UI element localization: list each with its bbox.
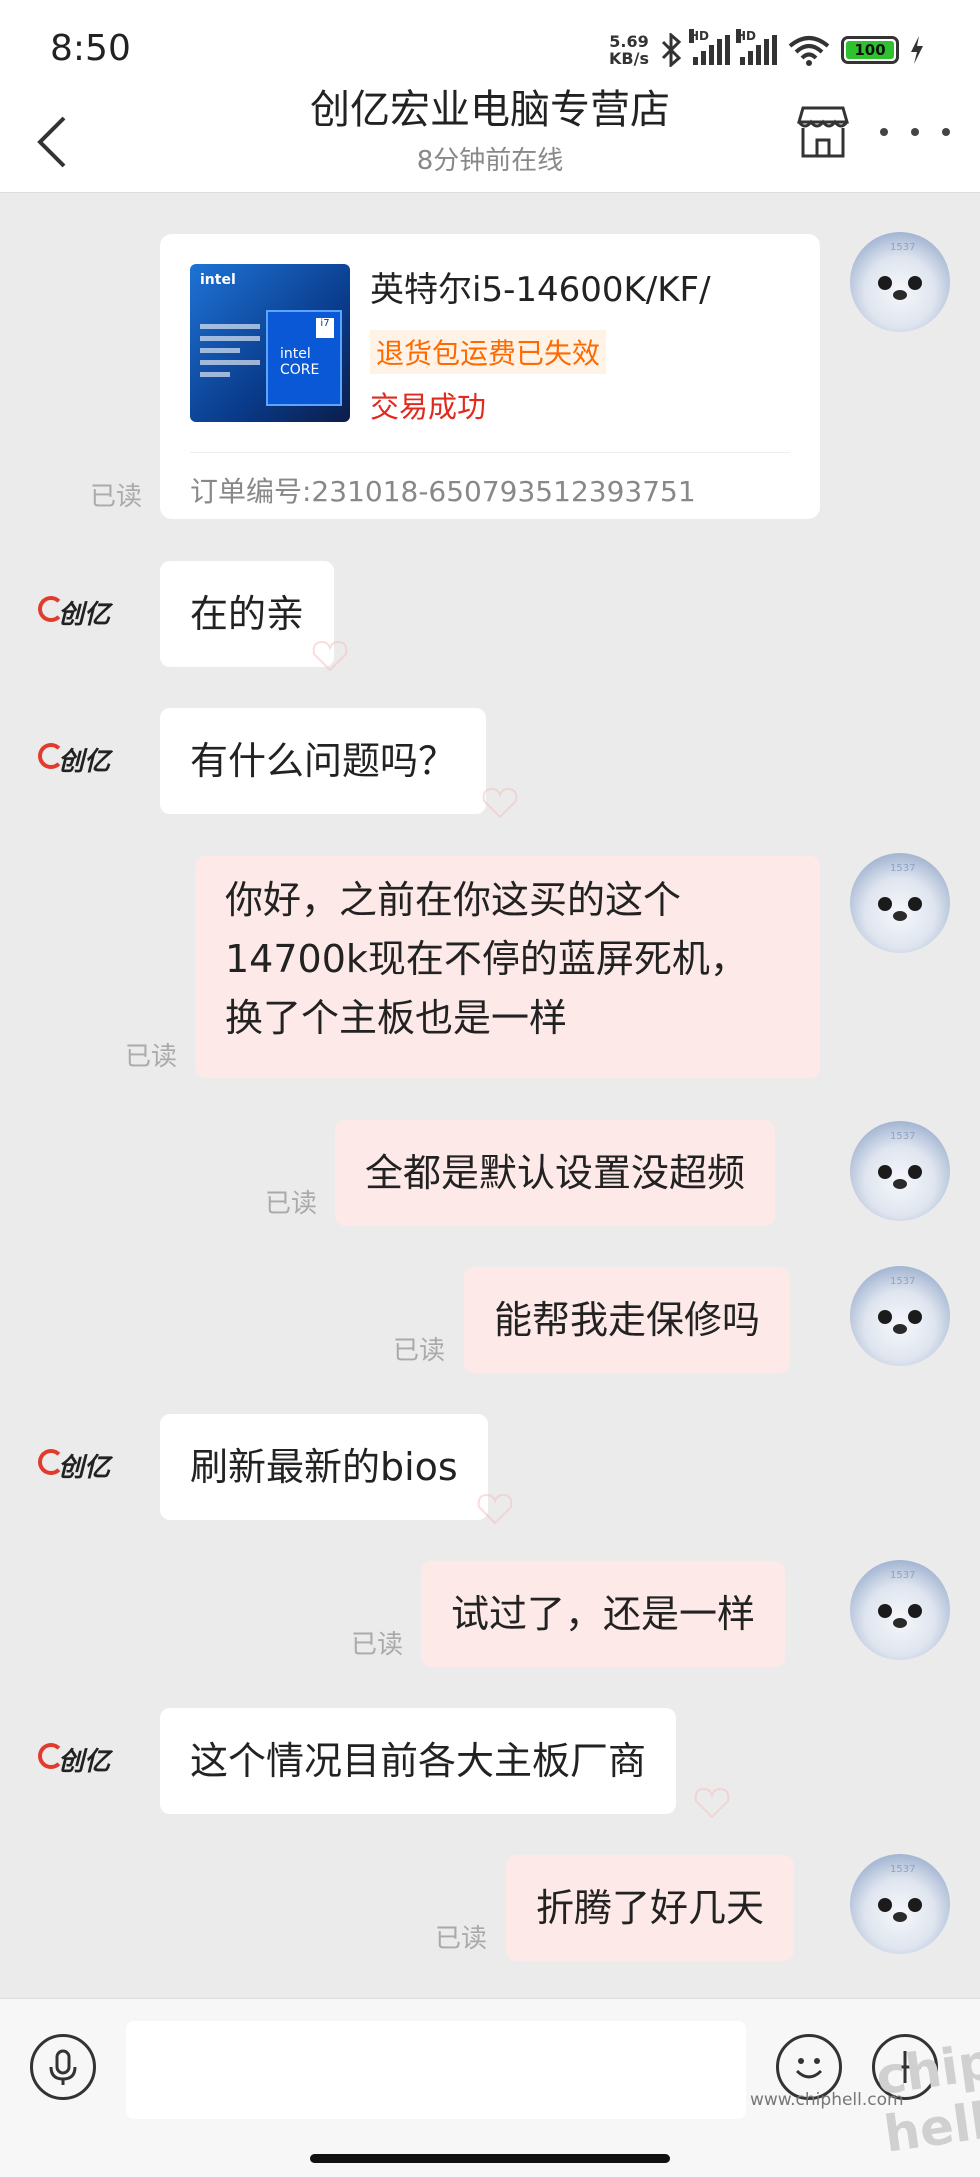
- microphone-icon[interactable]: [30, 2034, 96, 2100]
- read-receipt: 已读: [435, 1924, 488, 1954]
- message-bubble-incoming: 这个情况目前各大主板厂商: [160, 1708, 677, 1814]
- message-bubble-incoming: 在的亲: [160, 561, 335, 667]
- order-status: 交易成功: [370, 390, 487, 424]
- seller-logo[interactable]: 创亿: [38, 1741, 118, 1777]
- signal-icon-2: HD: [736, 29, 777, 65]
- message-bubble-outgoing: 能帮我走保修吗: [464, 1267, 791, 1373]
- status-bar: 8:50 5.69 KB/s HD HD 100: [0, 0, 980, 90]
- seller-logo[interactable]: 创亿: [38, 741, 118, 777]
- battery-icon: 100: [841, 36, 899, 64]
- read-receipt: 已读: [351, 1630, 404, 1660]
- wifi-icon: [788, 36, 830, 66]
- read-receipt: 已读: [125, 1042, 178, 1072]
- divider: [190, 452, 790, 453]
- return-shipping-tag: 退货包运费已失效: [370, 330, 607, 374]
- chat-header: 创亿宏业电脑专营店 8分钟前在线: [0, 90, 980, 193]
- charging-icon: [911, 36, 923, 64]
- seller-logo[interactable]: 创亿: [38, 1447, 118, 1483]
- read-receipt: 已读: [393, 1336, 446, 1366]
- user-avatar[interactable]: 1537: [850, 1266, 950, 1366]
- message-bubble-outgoing: 试过了，还是一样: [421, 1561, 786, 1667]
- bluetooth-icon: [661, 33, 682, 67]
- more-horizontal-icon[interactable]: [880, 122, 950, 142]
- message-input[interactable]: [126, 2021, 746, 2119]
- bubble-watermark-icon: [482, 787, 518, 819]
- status-icons: 5.69 KB/s HD HD 100: [609, 28, 925, 72]
- bubble-watermark-icon: [477, 1493, 513, 1525]
- user-avatar[interactable]: 1537: [850, 1121, 950, 1221]
- site-watermark: www.chiphell.com: [750, 2090, 904, 2110]
- message-bubble-outgoing: 你好，之前在你这买的这个 14700k现在不停的蓝屏死机， 换了个主板也是一样: [195, 856, 820, 1078]
- bubble-watermark-icon: [694, 1787, 730, 1819]
- seller-logo[interactable]: 创亿: [38, 594, 118, 630]
- product-card[interactable]: intel i7 intel CORE 英特尔i5-14600K/KF/ 退货包运…: [160, 234, 820, 519]
- order-number: 订单编号:231018-650793512393751: [190, 475, 696, 508]
- message-bubble-incoming: 刷新最新的bios: [160, 1414, 488, 1520]
- read-receipt: 已读: [90, 482, 143, 512]
- read-receipt: 已读: [265, 1189, 318, 1219]
- user-avatar[interactable]: 1537: [850, 232, 950, 332]
- status-time: 8:50: [50, 28, 131, 69]
- input-bar: [0, 1998, 980, 2177]
- user-avatar[interactable]: 1537: [850, 1560, 950, 1660]
- product-name: 英特尔i5-14600K/KF/: [370, 270, 711, 310]
- user-avatar[interactable]: 1537: [850, 853, 950, 953]
- message-bubble-incoming: 有什么问题吗？: [160, 708, 487, 814]
- store-icon[interactable]: [795, 102, 851, 162]
- net-speed: 5.69 KB/s: [609, 32, 649, 68]
- bubble-watermark-icon: [312, 640, 348, 672]
- user-avatar[interactable]: 1537: [850, 1854, 950, 1954]
- home-indicator: [310, 2154, 670, 2163]
- product-image: intel i7 intel CORE: [190, 264, 350, 422]
- message-bubble-outgoing: 折腾了好几天: [506, 1855, 795, 1961]
- signal-icon: HD: [689, 29, 730, 65]
- message-bubble-outgoing: 全都是默认设置没超频: [335, 1120, 776, 1226]
